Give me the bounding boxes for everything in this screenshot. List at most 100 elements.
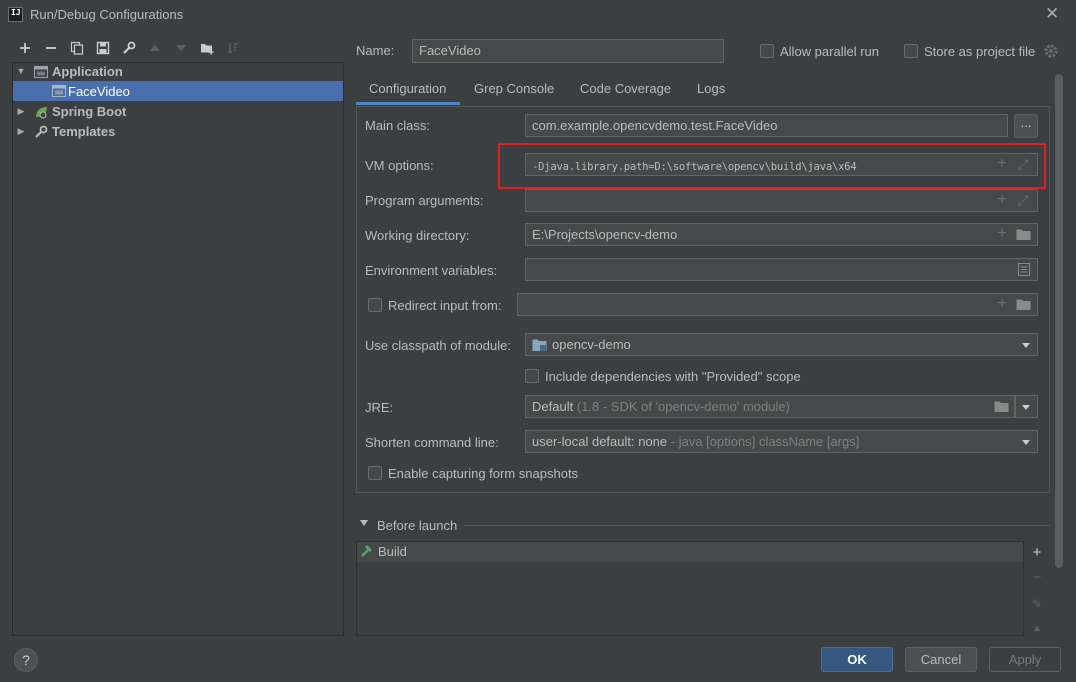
browse-main-class-button[interactable]: ... <box>1014 114 1038 138</box>
save-icon <box>96 41 110 55</box>
include-dependencies-label: Include dependencies with "Provided" sco… <box>545 369 801 384</box>
spring-boot-icon <box>34 105 48 119</box>
name-label: Name: <box>356 43 395 58</box>
include-dependencies-checkbox[interactable] <box>525 369 539 383</box>
folder-plus-icon <box>201 44 214 55</box>
copy-icon <box>70 41 84 55</box>
apply-button[interactable]: Apply <box>989 647 1061 672</box>
program-arguments-field[interactable] <box>525 189 1038 212</box>
plus-icon <box>20 43 30 53</box>
chevron-down-icon <box>1022 405 1030 410</box>
form-snapshots-label: Enable capturing form snapshots <box>388 466 579 481</box>
store-as-project-label: Store as project file <box>924 44 1036 59</box>
insert-macro-plus-icon[interactable]: + <box>995 226 1009 242</box>
active-tab-indicator <box>356 102 460 105</box>
wrench-icon <box>34 125 48 139</box>
vm-options-label: VM options: <box>365 158 434 173</box>
add-task-button[interactable]: + <box>1028 544 1046 562</box>
main-class-label: Main class: <box>365 118 431 133</box>
configurations-tree <box>12 62 344 636</box>
expand-arrow-icon[interactable]: ▼ <box>16 66 26 76</box>
remove-configuration-button[interactable] <box>42 39 60 57</box>
sort-icon <box>227 43 238 54</box>
form-snapshots-checkbox[interactable] <box>368 466 382 480</box>
separator-line <box>464 525 1050 526</box>
tab-grep-console[interactable]: Grep Console <box>474 78 554 105</box>
scrollbar-thumb[interactable] <box>1055 74 1063 568</box>
shorten-command-line-label: Shorten command line: <box>365 435 499 450</box>
module-folder-icon <box>532 338 547 352</box>
shorten-command-line-dropdown[interactable]: user-local default: none - java [options… <box>525 430 1038 453</box>
main-class-field[interactable]: com.example.opencvdemo.test.FaceVideo <box>525 114 1008 137</box>
expand-editor-icon[interactable]: ⤢ <box>1016 157 1030 171</box>
expand-plus-icon[interactable]: + <box>995 156 1009 172</box>
ok-button[interactable]: OK <box>821 647 893 672</box>
move-down-button[interactable] <box>172 39 190 57</box>
application-icon <box>34 65 48 79</box>
tree-item-spring-boot[interactable]: Spring Boot <box>52 104 126 119</box>
remove-task-button[interactable]: − <box>1028 569 1046 587</box>
working-directory-field[interactable]: E:\Projects\opencv-demo <box>525 223 1038 246</box>
insert-macro-plus-icon[interactable]: + <box>995 296 1009 312</box>
arrow-down-icon <box>176 45 186 51</box>
tab-configuration[interactable]: Configuration <box>369 78 446 105</box>
jre-field[interactable]: Default (1.8 - SDK of 'opencv-demo' modu… <box>525 395 1015 418</box>
edit-task-pencil-icon[interactable]: ✎ <box>1028 595 1046 613</box>
folder-icon[interactable] <box>1016 298 1031 311</box>
store-as-project-checkbox[interactable] <box>904 44 918 58</box>
minus-icon <box>46 47 56 49</box>
tab-code-coverage[interactable]: Code Coverage <box>580 78 671 105</box>
edit-list-icon[interactable] <box>1018 263 1030 276</box>
class-config-icon <box>52 84 66 98</box>
arrow-up-icon <box>150 45 160 51</box>
chevron-down-icon <box>1022 343 1030 348</box>
name-input[interactable]: FaceVideo <box>412 39 724 63</box>
expand-plus-icon[interactable]: + <box>995 192 1009 208</box>
list-item[interactable] <box>357 542 1023 562</box>
tree-item-templates[interactable]: Templates <box>52 124 115 139</box>
intellij-logo-icon: IJ <box>8 7 23 22</box>
allow-parallel-label: Allow parallel run <box>780 44 879 59</box>
build-task-label: Build <box>378 544 407 559</box>
shorten-hint: - java [options] className [args] <box>670 434 860 449</box>
cancel-button[interactable]: Cancel <box>905 647 977 672</box>
edit-templates-button[interactable] <box>120 39 138 57</box>
classpath-module-dropdown[interactable]: opencv-demo <box>525 333 1038 356</box>
expand-editor-icon[interactable]: ⤢ <box>1016 193 1030 207</box>
redirect-input-field[interactable] <box>517 293 1038 316</box>
classpath-module-label: Use classpath of module: <box>365 338 511 353</box>
environment-variables-label: Environment variables: <box>365 263 498 278</box>
program-arguments-label: Program arguments: <box>365 193 484 208</box>
tree-item-application[interactable]: Application <box>52 64 123 79</box>
tab-logs[interactable]: Logs <box>697 78 725 105</box>
chevron-down-icon <box>1022 440 1030 445</box>
before-launch-collapse-icon[interactable] <box>360 520 368 526</box>
add-configuration-button[interactable] <box>16 39 34 57</box>
copy-configuration-button[interactable] <box>68 39 86 57</box>
before-launch-label[interactable]: Before launch <box>377 518 457 533</box>
redirect-input-label: Redirect input from: <box>388 298 502 313</box>
gear-icon[interactable] <box>1043 43 1059 59</box>
working-directory-label: Working directory: <box>365 228 470 243</box>
help-button[interactable]: ? <box>14 648 38 672</box>
move-up-button[interactable] <box>146 39 164 57</box>
tree-item-facevideo[interactable]: FaceVideo <box>68 84 130 99</box>
close-icon[interactable]: ✕ <box>1045 5 1059 23</box>
jre-label: JRE: <box>365 400 394 415</box>
redirect-input-checkbox[interactable] <box>368 298 382 312</box>
allow-parallel-checkbox[interactable] <box>760 44 774 58</box>
jre-value: Default <box>532 399 574 414</box>
collapse-arrow-icon[interactable]: ▶ <box>16 126 26 136</box>
window-title: Run/Debug Configurations <box>30 7 184 22</box>
create-folder-button[interactable] <box>198 39 216 57</box>
folder-icon[interactable] <box>994 400 1009 413</box>
save-configuration-button[interactable] <box>94 39 112 57</box>
wrench-icon <box>123 41 136 54</box>
environment-variables-field[interactable] <box>525 258 1038 281</box>
move-task-up-icon[interactable]: ▲ <box>1028 620 1046 638</box>
folder-icon[interactable] <box>1016 228 1031 241</box>
collapse-arrow-icon[interactable]: ▶ <box>16 106 26 116</box>
vm-options-field[interactable]: -Djava.library.path=D:\software\opencv\b… <box>525 153 1038 176</box>
sort-button[interactable] <box>224 39 242 57</box>
vm-options-value: -Djava.library.path=D:\software\opencv\b… <box>532 161 857 173</box>
